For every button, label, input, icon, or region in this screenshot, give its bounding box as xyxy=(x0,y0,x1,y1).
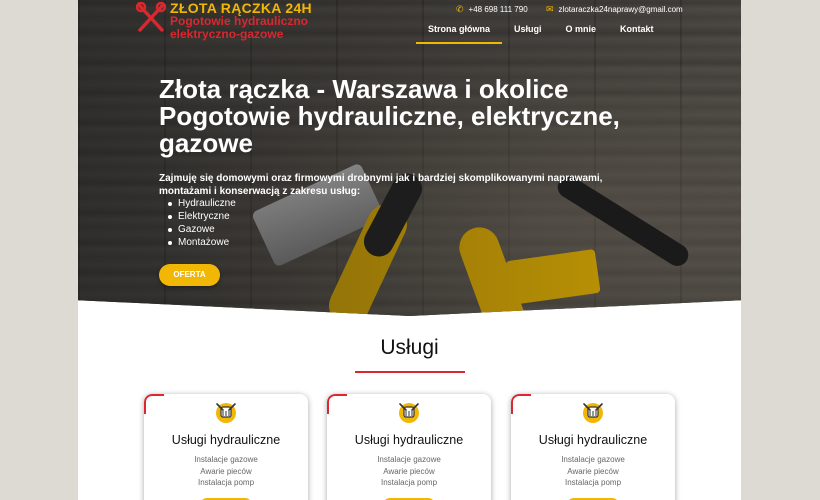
list-item: Instalacje gazowe xyxy=(194,455,258,464)
card-items: Instalacje gazowe Awarie pieców Instalac… xyxy=(327,454,491,489)
contact-phone[interactable]: ✆ +48 698 111 790 xyxy=(456,4,528,15)
phone-icon: ✆ xyxy=(456,4,464,14)
card-items: Instalacje gazowe Awarie pieców Instalac… xyxy=(144,454,308,489)
envelope-icon: ✉ xyxy=(546,4,554,14)
hero-title: Złota rączka - Warszawa i okolice Pogoto… xyxy=(159,74,620,158)
list-item: Awarie pieców xyxy=(567,466,619,476)
service-card[interactable]: Usługi hydrauliczne Instalacje gazowe Aw… xyxy=(511,394,675,500)
plumbing-tools-icon xyxy=(397,400,421,426)
card-title: Usługi hydrauliczne xyxy=(354,433,464,447)
service-card[interactable]: Usługi hydrauliczne Instalacje gazowe Aw… xyxy=(327,394,491,500)
nav-item-services[interactable]: Usługi xyxy=(502,24,554,42)
card-items: Instalacje gazowe Awarie pieców Instalac… xyxy=(511,454,675,489)
page: ZŁOTA RĄCZKA 24H Pogotowie hydrauliczno … xyxy=(78,0,741,500)
nav-item-about[interactable]: O mnie xyxy=(554,24,609,42)
list-item: Instalacje gazowe xyxy=(377,455,441,464)
list-item: Instalacja pomp xyxy=(564,478,622,487)
list-item: Instalacje gazowe xyxy=(561,455,625,464)
plumbing-tools-icon xyxy=(581,400,605,426)
logo-text: ZŁOTA RĄCZKA 24H Pogotowie hydrauliczno … xyxy=(170,1,312,41)
contact-email[interactable]: ✉ zlotaraczka24naprawy@gmail.com xyxy=(546,4,683,15)
phone-number: +48 698 111 790 xyxy=(468,5,528,14)
card-title: Usługi hydrauliczne xyxy=(171,433,281,447)
hero-services-list: Hydrauliczne Elektryczne Gazowe Montażow… xyxy=(168,197,236,249)
plumbing-tools-icon xyxy=(214,400,238,426)
list-item: Gazowe xyxy=(168,223,236,236)
service-card[interactable]: Usługi hydrauliczne Instalacje gazowe Aw… xyxy=(144,394,308,500)
hero-description: Zajmuję się domowymi oraz firmowymi drob… xyxy=(159,173,603,197)
services-section-title: Usługi xyxy=(380,336,439,359)
nav-item-home[interactable]: Strona główna xyxy=(416,24,503,44)
crossed-tools-icon xyxy=(135,1,167,34)
hero-section: ZŁOTA RĄCZKA 24H Pogotowie hydrauliczno … xyxy=(78,0,741,316)
list-item: Instalacja pomp xyxy=(380,478,438,487)
list-item: Hydrauliczne xyxy=(168,198,236,209)
offer-button[interactable]: OFERTA xyxy=(159,264,220,286)
list-item: Awarie pieców xyxy=(200,466,252,476)
site-logo[interactable]: ZŁOTA RĄCZKA 24H Pogotowie hydrauliczno … xyxy=(135,1,312,41)
nav-item-contact[interactable]: Kontakt xyxy=(608,24,666,42)
list-item: Awarie pieców xyxy=(383,466,435,476)
main-navigation: Strona główna Usługi O mnie Kontakt xyxy=(416,24,666,44)
list-item: Instalacja pomp xyxy=(197,478,255,487)
list-item: Elektryczne xyxy=(168,210,236,223)
section-divider xyxy=(355,371,465,373)
card-title: Usługi hydrauliczne xyxy=(538,433,648,447)
logo-subtitle-2: elektryczno-gazowe xyxy=(170,27,284,41)
list-item: Montażowe xyxy=(168,236,236,249)
email-address: zlotaraczka24naprawy@gmail.com xyxy=(558,5,683,14)
